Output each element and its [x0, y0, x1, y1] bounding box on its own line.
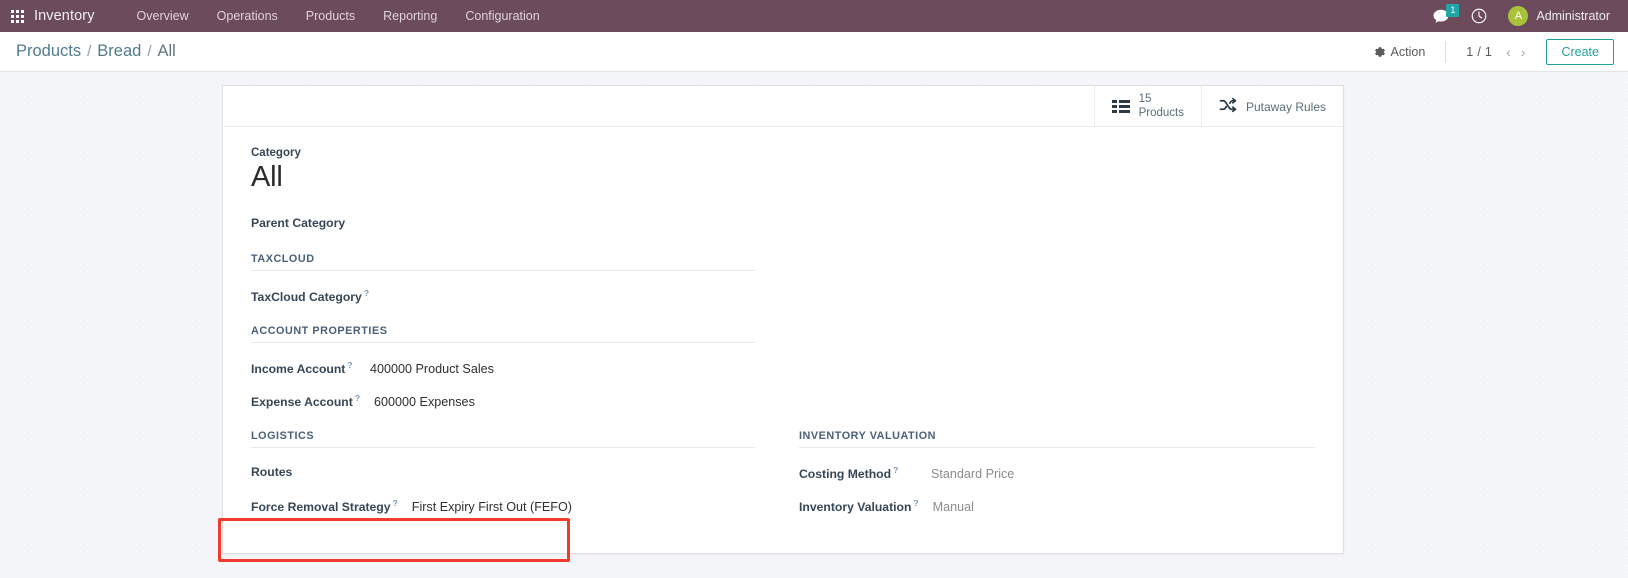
expense-account-field[interactable]: Expense Account? 600000 Expenses [251, 393, 755, 411]
action-menu-label: Action [1390, 44, 1426, 59]
costing-method-label: Costing Method? [799, 465, 917, 481]
routes-field[interactable]: Routes [251, 465, 755, 483]
help-tooltip-icon[interactable]: ? [393, 498, 398, 508]
control-panel-actions: Action 1 / 1 ‹ › Create [1360, 38, 1614, 65]
form-columns-account: ACCOUNT PROPERTIES Income Account? 40000… [251, 321, 1315, 426]
parent-category-label: Parent Category [251, 216, 346, 231]
taxcloud-category-label-text: TaxCloud Category [251, 290, 362, 305]
help-tooltip-icon[interactable]: ? [893, 465, 898, 475]
form-column-left-account: ACCOUNT PROPERTIES Income Account? 40000… [251, 321, 783, 426]
messages-count-badge: 1 [1446, 4, 1460, 17]
pager-next-icon[interactable]: › [1516, 45, 1531, 59]
smart-button-products-text: 15 Products [1139, 93, 1184, 120]
products-count: 15 [1138, 92, 1152, 105]
income-account-label-text: Income Account [251, 362, 346, 377]
action-menu-button[interactable]: Action [1360, 41, 1440, 63]
form-sheet: 15 Products Putaway Rules Category All P… [222, 85, 1344, 555]
smart-button-putaway-rules[interactable]: Putaway Rules [1200, 86, 1343, 127]
user-menu-button[interactable]: A Administrator [1498, 6, 1618, 26]
form-column-inventory-valuation: INVENTORY VALUATION Costing Method? Stan… [783, 426, 1315, 531]
form-columns-logistics: LOGISTICS Routes Force Removal Strategy?… [251, 426, 1315, 531]
form-column-left-taxcloud: TAXCLOUD TaxCloud Category? [251, 249, 783, 321]
form-column-right-account-empty [783, 321, 1315, 426]
breadcrumb-separator: / [87, 43, 92, 60]
putaway-rules-label: Putaway Rules [1245, 99, 1326, 114]
help-tooltip-icon[interactable]: ? [364, 288, 369, 298]
help-tooltip-icon[interactable]: ? [355, 393, 360, 403]
smart-button-box: 15 Products Putaway Rules [223, 86, 1343, 127]
app-brand-inventory[interactable]: Inventory [34, 8, 101, 24]
smart-button-products[interactable]: 15 Products [1093, 86, 1201, 127]
income-account-field[interactable]: Income Account? 400000 Product Sales [251, 360, 755, 378]
form-columns-taxcloud: TAXCLOUD TaxCloud Category? [251, 249, 1315, 321]
gear-icon [1374, 46, 1385, 57]
breadcrumb-separator: / [147, 43, 152, 60]
products-label: Products [1138, 106, 1184, 119]
avatar: A [1508, 6, 1529, 26]
expense-account-value[interactable]: 600000 Expenses [374, 395, 475, 409]
menu-reporting[interactable]: Reporting [369, 0, 451, 32]
breadcrumb: Products / Bread / All [16, 42, 176, 61]
create-button[interactable]: Create [1546, 38, 1614, 65]
top-navbar: Inventory Overview Operations Products R… [0, 0, 1628, 32]
menu-configuration[interactable]: Configuration [451, 0, 553, 32]
messages-button[interactable]: 1 [1422, 0, 1460, 32]
menu-operations[interactable]: Operations [203, 0, 292, 32]
breadcrumb-item-products[interactable]: Products [16, 42, 81, 61]
force-removal-strategy-label: Force Removal Strategy? [251, 498, 398, 514]
record-pager: 1 / 1 ‹ › [1452, 45, 1530, 59]
inventory-valuation-label: Inventory Valuation? [799, 498, 919, 514]
breadcrumb-item-all: All [157, 42, 176, 60]
costing-method-value: Standard Price [931, 467, 1015, 482]
breadcrumb-item-bread[interactable]: Bread [97, 42, 141, 61]
apps-grid-icon [10, 9, 24, 23]
section-taxcloud: TAXCLOUD [251, 253, 755, 272]
force-removal-strategy-label-text: Force Removal Strategy [251, 500, 391, 515]
form-column-right-taxcloud-empty [783, 249, 1315, 321]
expense-account-label: Expense Account? [251, 393, 360, 409]
category-field-label: Category [251, 147, 301, 159]
pager-previous-icon[interactable]: ‹ [1501, 45, 1516, 59]
costing-method-label-text: Costing Method [799, 467, 892, 482]
control-panel: Products / Bread / All Action 1 / 1 ‹ › … [0, 32, 1628, 72]
expense-account-label-text: Expense Account [251, 395, 353, 410]
section-logistics: LOGISTICS [251, 430, 755, 449]
force-removal-strategy-field[interactable]: Force Removal Strategy? First Expiry Fir… [251, 498, 755, 516]
navbar-right-group: 1 A Administrator [1422, 0, 1618, 32]
help-tooltip-icon[interactable]: ? [913, 498, 918, 508]
form-body: Category All Parent Category TAXCLOUD Ta… [223, 127, 1343, 531]
list-icon [1111, 100, 1130, 113]
menu-products[interactable]: Products [292, 0, 369, 32]
control-panel-divider [1445, 40, 1447, 63]
pager-value: 1 / 1 [1466, 44, 1493, 59]
help-tooltip-icon[interactable]: ? [347, 360, 352, 370]
section-account-properties: ACCOUNT PROPERTIES [251, 325, 755, 344]
inventory-valuation-field[interactable]: Inventory Valuation? Manual [799, 498, 1315, 516]
user-name-label: Administrator [1536, 9, 1610, 23]
menu-overview[interactable]: Overview [123, 0, 203, 32]
apps-menu-button[interactable] [0, 0, 34, 32]
taxcloud-category-label: TaxCloud Category? [251, 288, 391, 304]
taxcloud-category-field[interactable]: TaxCloud Category? [251, 288, 755, 306]
form-view-area: 15 Products Putaway Rules Category All P… [0, 72, 1628, 578]
activities-button[interactable] [1460, 0, 1498, 32]
shuffle-icon [1219, 97, 1237, 116]
income-account-value[interactable]: 400000 Product Sales [370, 362, 494, 376]
form-column-logistics: LOGISTICS Routes Force Removal Strategy?… [251, 426, 783, 531]
costing-method-field[interactable]: Costing Method? Standard Price [799, 465, 1315, 483]
inventory-valuation-value: Manual [932, 500, 974, 515]
parent-category-field[interactable]: Parent Category [251, 216, 1315, 234]
inventory-valuation-label-text: Inventory Valuation [799, 500, 912, 515]
clock-icon [1472, 8, 1487, 24]
force-removal-strategy-value[interactable]: First Expiry First Out (FEFO) [412, 500, 572, 514]
routes-label: Routes [251, 465, 293, 480]
section-inventory-valuation: INVENTORY VALUATION [799, 430, 1315, 449]
income-account-label: Income Account? [251, 360, 356, 376]
category-name-value[interactable]: All [251, 161, 1315, 194]
